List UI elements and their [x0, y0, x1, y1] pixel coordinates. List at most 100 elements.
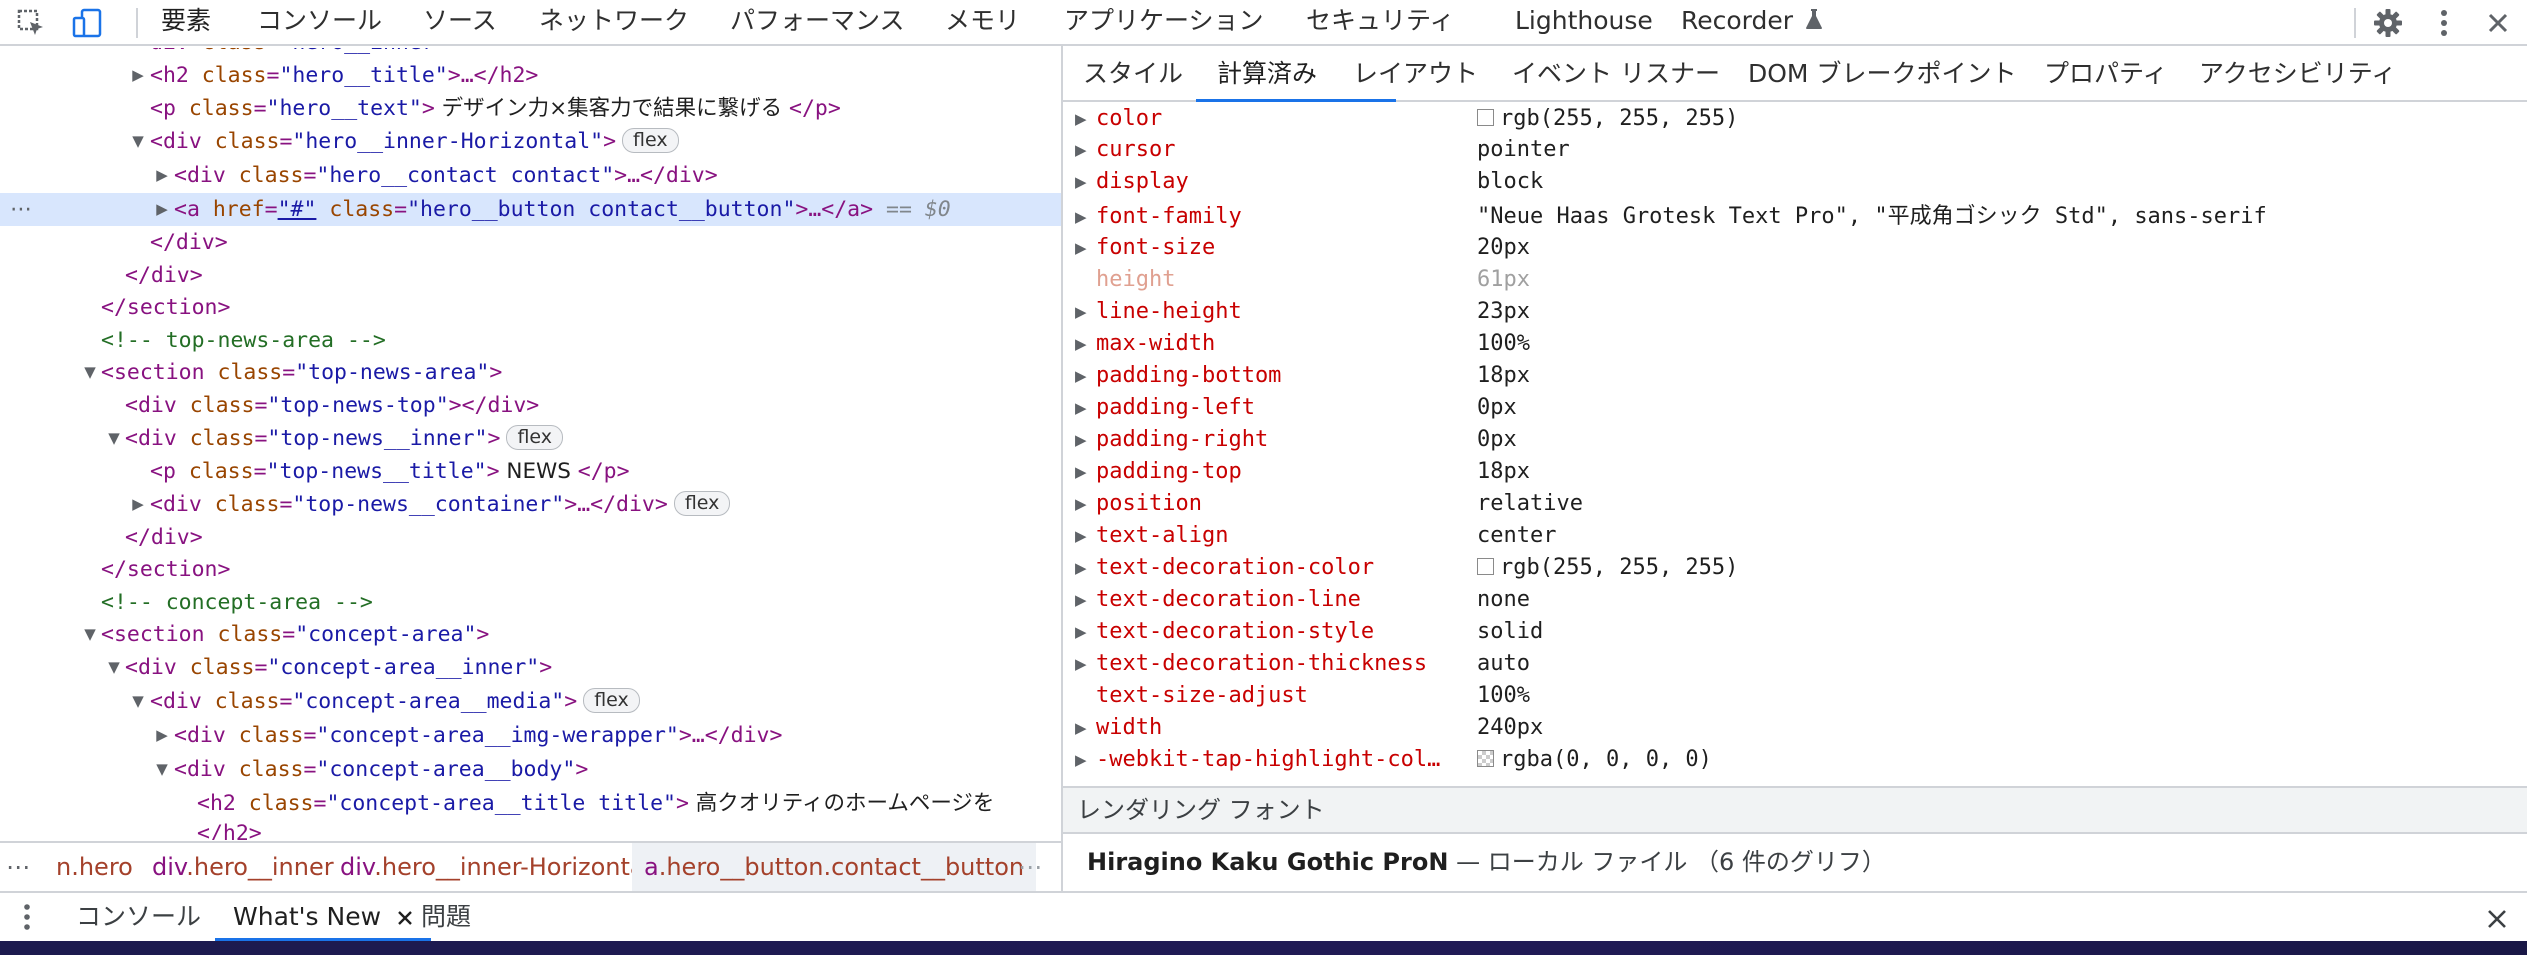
computed-property-row[interactable]: ▶ padding-bottom 18px [1063, 360, 2527, 392]
dom-line[interactable]: ▼ <div class="hero__inner-Horizontal"> fl… [0, 125, 1061, 158]
computed-property-row[interactable]: ▶ text-decoration-style solid [1063, 616, 2527, 648]
dom-line[interactable]: ▼ <section class="top-news-area"> [0, 356, 1061, 389]
more-options-icon[interactable] [2425, 4, 2463, 42]
computed-property-row[interactable]: ▶ display block [1063, 166, 2527, 198]
breadcrumb-overflow-right-icon[interactable]: ⋯ [1018, 843, 1042, 891]
tab-sources[interactable]: ソース [423, 0, 497, 44]
tab-event-listeners[interactable]: イベント リスナー [1512, 48, 1720, 100]
dom-line[interactable]: ▼ <div class="concept-area__body"> [0, 753, 1061, 786]
expand-triangle-icon[interactable]: ▶ [1075, 134, 1087, 166]
drawer-tab-issues[interactable]: 問題 [421, 893, 471, 941]
dom-line[interactable]: ▼ <div class="top-news__inner"> flex [0, 422, 1061, 455]
expand-triangle-icon[interactable]: ▶ [152, 159, 172, 192]
settings-gear-icon[interactable] [2369, 4, 2407, 42]
inspect-element-icon[interactable] [12, 4, 50, 42]
computed-property-row[interactable]: height 61px [1063, 264, 2527, 296]
computed-property-row[interactable]: ▶ text-decoration-thickness auto [1063, 648, 2527, 680]
dom-line[interactable]: ▶ <div class="top-news__container">…</di… [0, 488, 1061, 521]
expand-triangle-icon[interactable]: ▶ [152, 719, 172, 752]
computed-property-row[interactable]: ▶ padding-top 18px [1063, 456, 2527, 488]
expand-triangle-icon[interactable]: ▶ [128, 59, 148, 92]
tab-performance[interactable]: パフォーマンス [730, 0, 905, 44]
computed-property-row[interactable]: ▶ text-decoration-line none [1063, 584, 2527, 616]
breadcrumb-item[interactable]: n.hero [56, 843, 133, 891]
tab-dom-breakpoints[interactable]: DOM ブレークポイント [1748, 48, 2016, 100]
expand-triangle-icon[interactable]: ▶ [1075, 616, 1087, 648]
tab-memory[interactable]: メモリ [945, 0, 1020, 44]
tab-network[interactable]: ネットワーク [539, 0, 689, 44]
computed-property-row[interactable]: ▶ width 240px [1063, 712, 2527, 744]
expand-triangle-icon[interactable]: ▶ [128, 488, 148, 521]
expand-triangle-icon[interactable]: ▶ [1075, 201, 1087, 233]
tab-application[interactable]: アプリケーション [1064, 0, 1264, 44]
breadcrumb-item-current[interactable]: a.hero__button.contact__button [632, 843, 1037, 891]
drawer-tab-console[interactable]: コンソール [76, 893, 201, 941]
expand-triangle-icon[interactable]: ▶ [1075, 456, 1087, 488]
expand-triangle-icon[interactable]: ▶ [1075, 103, 1087, 135]
expand-triangle-icon[interactable]: ▶ [1075, 584, 1087, 616]
ellipsis-icon[interactable]: ⋯ [10, 193, 32, 226]
computed-property-row[interactable]: ▶ text-decoration-color rgb(255, 255, 255) [1063, 552, 2527, 584]
dom-line[interactable]: ▼ <div class="concept-area__media"> flex [0, 685, 1061, 718]
dom-line[interactable]: ▼ <div class="concept-area__inner"> [0, 651, 1061, 684]
computed-property-row[interactable]: ▶ line-height 23px [1063, 296, 2527, 328]
tab-console[interactable]: コンソール [257, 0, 382, 44]
drawer-tab-whats-new[interactable]: What's New [215, 893, 432, 942]
dom-line[interactable]: </div> [0, 226, 1061, 259]
dom-line-selected[interactable]: ⋯ ▶ <a href="#" class="hero__button cont… [0, 193, 1061, 226]
breadcrumb-overflow-left-icon[interactable]: ⋯ [6, 843, 30, 891]
breadcrumb-item[interactable]: div.hero__inner-Horizontal [340, 843, 651, 891]
dom-comment[interactable]: <!-- top-news-area --> [0, 324, 1061, 357]
dom-line[interactable]: ▶ <h2 class="hero__title">…</h2> [0, 59, 1061, 92]
computed-property-row[interactable]: ▶ font-family "Neue Haas Grotesk Text Pro"… [1063, 201, 2527, 233]
dom-line[interactable]: </section> [0, 553, 1061, 586]
expand-triangle-icon[interactable]: ▶ [1075, 552, 1087, 584]
computed-property-row[interactable]: ▶ text-align center [1063, 520, 2527, 552]
expand-triangle-icon[interactable]: ▶ [1075, 328, 1087, 360]
tab-security[interactable]: セキュリティ [1306, 0, 1455, 44]
computed-property-row[interactable]: ▶ color rgb(255, 255, 255) [1063, 103, 2527, 135]
color-swatch-icon[interactable] [1477, 108, 1494, 126]
expand-triangle-icon[interactable]: ▶ [1075, 232, 1087, 264]
collapse-triangle-icon[interactable]: ▼ [152, 753, 172, 786]
computed-property-row[interactable]: text-size-adjust 100% [1063, 680, 2527, 712]
collapse-triangle-icon[interactable]: ▼ [104, 422, 124, 455]
dom-line[interactable]: <h2 class="concept-area__title title"> 高… [0, 787, 1061, 820]
computed-property-row[interactable]: ▶ -webkit-tap-highlight-col… rgba(0, 0, 0,… [1063, 744, 2527, 776]
computed-property-row[interactable]: ▶ font-size 20px [1063, 232, 2527, 264]
color-swatch-icon[interactable] [1477, 557, 1494, 575]
expand-triangle-icon[interactable]: ▶ [1075, 744, 1087, 776]
computed-property-row[interactable]: ▶ padding-left 0px [1063, 392, 2527, 424]
expand-triangle-icon[interactable]: ▶ [1075, 424, 1087, 456]
flex-badge[interactable]: flex [622, 127, 679, 153]
dom-line[interactable]: </div> [0, 521, 1061, 554]
computed-property-row[interactable]: ▶ max-width 100% [1063, 328, 2527, 360]
dom-line[interactable]: </section> [0, 291, 1061, 324]
tab-accessibility[interactable]: アクセシビリティ [2199, 48, 2396, 100]
dom-line[interactable]: ▶ <div class="hero__contact contact">…</… [0, 159, 1061, 192]
expand-triangle-icon[interactable]: ▶ [1075, 488, 1087, 520]
flex-badge[interactable]: flex [506, 424, 564, 450]
drawer-menu-icon[interactable] [20, 901, 34, 939]
expand-triangle-icon[interactable]: ▶ [152, 193, 172, 226]
dom-line[interactable]: </h2> [0, 817, 1061, 840]
computed-property-row[interactable]: ▶ padding-right 0px [1063, 424, 2527, 456]
computed-property-row[interactable]: ▶ cursor pointer [1063, 134, 2527, 166]
close-devtools-icon[interactable] [2479, 4, 2517, 42]
computed-property-row[interactable]: ▶ position relative [1063, 488, 2527, 520]
collapse-triangle-icon[interactable]: ▼ [128, 685, 148, 718]
collapse-triangle-icon[interactable]: ▼ [80, 356, 100, 389]
expand-triangle-icon[interactable]: ▶ [1075, 166, 1087, 198]
flex-badge[interactable]: flex [673, 490, 731, 516]
dom-line[interactable]: ▶ <div class="concept-area__img-werapper… [0, 719, 1061, 752]
collapse-triangle-icon[interactable]: ▼ [104, 651, 124, 684]
expand-triangle-icon[interactable]: ▶ [1075, 392, 1087, 424]
close-tab-icon[interactable] [397, 894, 413, 942]
expand-triangle-icon[interactable]: ▶ [1075, 520, 1087, 552]
tab-styles[interactable]: スタイル [1083, 48, 1183, 100]
tab-lighthouse[interactable]: Lighthouse [1515, 0, 1653, 44]
tab-properties[interactable]: プロパティ [2044, 48, 2168, 100]
collapse-triangle-icon[interactable]: ▼ [128, 125, 148, 158]
close-drawer-icon[interactable] [2486, 907, 2508, 936]
device-toolbar-icon[interactable] [68, 4, 106, 42]
